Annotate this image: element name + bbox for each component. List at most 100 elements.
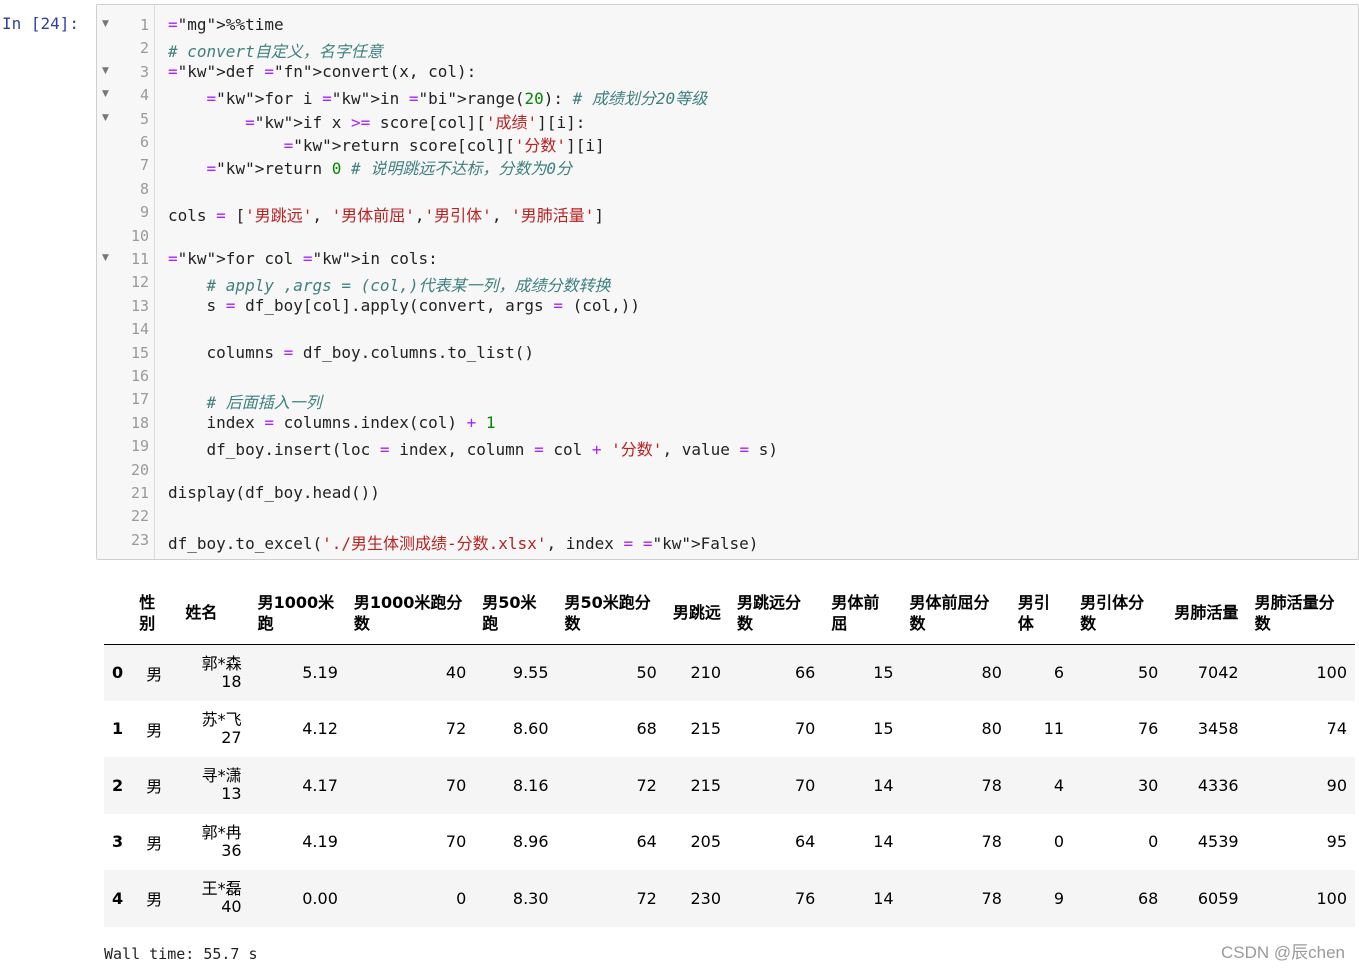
- table-cell: 男: [146, 720, 163, 740]
- row-index: 3: [112, 832, 124, 852]
- table-cell: 70: [794, 719, 816, 739]
- table-cell: 76: [1137, 719, 1159, 739]
- table-cell: 郭*森 18: [177, 644, 249, 701]
- table-cell: 0: [1053, 832, 1065, 852]
- table-cell: 72: [636, 775, 657, 795]
- name-suffix: 27: [221, 727, 242, 747]
- table-cell: 100: [1316, 888, 1347, 908]
- line-number: 5: [139, 109, 149, 128]
- wall-time-output: Wall time: 55.7 s: [104, 945, 258, 963]
- name-suffix: 36: [221, 840, 242, 860]
- code-line: ="kw">return 0 # 说明跳远不达标，分数为0分: [206, 159, 572, 179]
- table-cell: 男: [146, 777, 163, 797]
- table-cell: 30: [1137, 775, 1159, 795]
- line-number: 18: [130, 413, 149, 432]
- table-cell: 郭*冉 36: [177, 814, 249, 871]
- table-cell: 50: [636, 663, 657, 682]
- code-line: s = df_boy[col].apply(convert, args = (c…: [168, 295, 641, 315]
- table-cell: 4539: [1197, 832, 1239, 852]
- table-cell: 4336: [1197, 775, 1239, 795]
- name-text: 郭*森: [201, 653, 242, 673]
- table-cell: 6059: [1197, 888, 1239, 908]
- column-header: 男引体: [1009, 582, 1073, 645]
- code-line: display(df_boy.head()): [168, 483, 380, 502]
- table-cell: 70: [794, 775, 816, 795]
- line-number: 9: [139, 203, 149, 222]
- table-row: 2 男寻*潇 13 4.17 70 8.16 72 215 70 14 78 4 30 4336 90: [104, 757, 1355, 814]
- table-row: 4 男王*磊 40 0.00 0 8.30 72 230 76 14 78 9 68 6059 100: [104, 870, 1355, 927]
- line-number: 21: [130, 484, 149, 502]
- watermark: CSDN @辰chen: [1220, 943, 1345, 962]
- table-cell: 215: [690, 775, 722, 795]
- table-cell: 9.55: [512, 663, 549, 682]
- table-cell: 66: [794, 663, 816, 682]
- code-line: ="mg">%%time: [168, 15, 284, 34]
- table-cell: 78: [981, 775, 1002, 795]
- line-number: 17: [130, 390, 149, 409]
- table-cell: 64: [636, 832, 657, 852]
- line-number: 3: [139, 62, 149, 81]
- name-suffix: 18: [221, 671, 242, 691]
- name-suffix: 13: [221, 784, 242, 804]
- line-number: 2: [139, 39, 149, 58]
- line-number: 20: [130, 460, 149, 479]
- table-cell: 205: [690, 832, 722, 852]
- table-cell: 76: [794, 888, 816, 908]
- code-line: ="kw">for col ="kw">in cols:: [168, 249, 438, 268]
- table-cell: 40: [445, 663, 467, 682]
- column-header: 姓名: [177, 582, 250, 645]
- column-header: 男引体分数: [1072, 582, 1167, 645]
- table-cell: 210: [690, 663, 722, 682]
- table-cell: 95: [1326, 832, 1347, 852]
- table-cell: 50: [1137, 663, 1159, 682]
- table-cell: 王*磊 40: [177, 870, 249, 927]
- table-cell: 72: [445, 719, 467, 739]
- table-row: 0 男郭*森 18 5.19 40 9.55 50 210 66 15 80 6 50 7042 100: [104, 644, 1355, 701]
- table-cell: 6: [1053, 663, 1065, 682]
- table-cell: 男: [146, 890, 163, 910]
- code-line: df_boy.insert(loc = index, column = col …: [168, 440, 779, 460]
- name-text: 苏*飞: [201, 709, 242, 729]
- table-cell: 4: [1053, 775, 1065, 795]
- table-cell: 78: [981, 888, 1002, 908]
- cell-prompt: In [24]:: [2, 14, 80, 33]
- line-number: 1: [139, 16, 149, 34]
- code-line: ="kw">return score[col]['分数'][i]: [283, 136, 605, 155]
- table-cell: 4.17: [302, 775, 338, 795]
- table-cell: 74: [1326, 719, 1347, 739]
- table-cell: 3458: [1197, 719, 1239, 739]
- name-text: 王*磊: [201, 879, 242, 899]
- table-cell: 68: [636, 719, 657, 739]
- column-header: 男50米跑分数: [556, 582, 665, 645]
- table-cell: 男: [146, 664, 163, 684]
- table-cell: 78: [981, 832, 1002, 852]
- table-cell: 215: [690, 719, 722, 739]
- table-cell: 14: [873, 775, 894, 795]
- code-line: index = columns.index(col) + 1: [168, 412, 496, 432]
- code-line: ="kw">def ="fn">convert(x, col):: [168, 61, 477, 81]
- table-cell: 14: [873, 832, 894, 852]
- code-line: columns = df_boy.columns.to_list(): [168, 342, 535, 362]
- line-number: 11: [130, 250, 149, 268]
- table-cell: 15: [873, 663, 894, 682]
- table-cell: 72: [636, 888, 657, 908]
- column-header: 男体前屈分数: [901, 582, 1010, 645]
- line-number: 13: [130, 296, 149, 315]
- line-number: 10: [130, 226, 149, 245]
- table-cell: 9: [1053, 888, 1065, 908]
- code-line: # apply ,args = (col,)代表某一列，成绩分数转换: [206, 276, 611, 296]
- table-cell: 8.60: [512, 719, 549, 739]
- table-cell: 8.96: [512, 832, 549, 852]
- line-number: 14: [130, 320, 149, 339]
- table-cell: 0: [456, 888, 467, 908]
- row-index: 4: [112, 888, 124, 908]
- table-cell: 15: [873, 719, 894, 739]
- line-number: 6: [139, 133, 149, 151]
- code-cell-input[interactable]: ▼ ▼ ▼ ▼ ▼ 1 ="mg">%%time 2 # convert自定义，名字任…: [96, 4, 1359, 560]
- table-cell: 80: [981, 719, 1002, 739]
- table-cell: 8.30: [512, 888, 549, 908]
- table-header-row: 性别 姓名 男1000米跑 男1000米跑分数 男50米跑 男50米跑分数 男跳…: [104, 582, 1355, 645]
- table-cell: 苏*飞 27: [177, 701, 249, 758]
- line-number: 4: [139, 86, 149, 105]
- line-number: 22: [130, 507, 149, 526]
